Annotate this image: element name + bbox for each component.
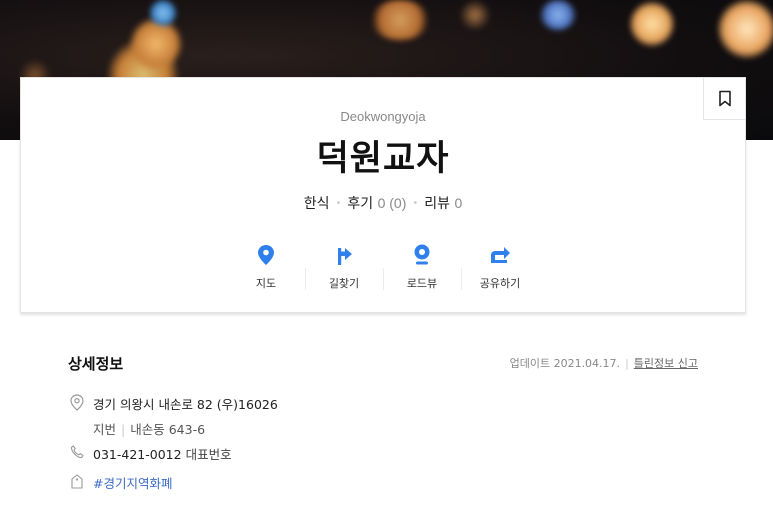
map-label: 지도 bbox=[255, 277, 277, 290]
blog-reviews-label[interactable]: 리뷰 bbox=[424, 196, 450, 212]
place-name: 덕원교자 bbox=[316, 139, 450, 179]
phone-type-label: 대표번호 bbox=[185, 447, 232, 462]
directions-icon bbox=[338, 248, 352, 265]
action-bar: 지도 길찾기 로드뷰 공유하기 bbox=[21, 242, 745, 292]
directions-label: 길찾기 bbox=[328, 277, 360, 290]
lot-label: 지번 bbox=[93, 422, 117, 437]
share-icon bbox=[491, 247, 510, 263]
tag-row: #경기지역화폐 bbox=[68, 473, 172, 492]
directions-button[interactable]: 길찾기 bbox=[305, 242, 383, 292]
share-label: 공유하기 bbox=[479, 277, 521, 290]
roadview-icon bbox=[414, 244, 430, 265]
location-outline-icon bbox=[70, 393, 84, 411]
phone-number[interactable]: 031-421-0012 bbox=[93, 447, 182, 462]
tag-icon bbox=[71, 473, 83, 489]
update-date: 업데이트 2021.04.17. bbox=[509, 357, 621, 370]
tag-link[interactable]: #경기지역화폐 bbox=[93, 473, 172, 492]
detail-section: 상세정보 업데이트 2021.04.17. | 틀린정보 신고 bbox=[68, 352, 698, 374]
phone-row: 031-421-0012 대표번호 bbox=[68, 444, 232, 463]
category-label: 한식 bbox=[303, 196, 330, 212]
roadview-button[interactable]: 로드뷰 bbox=[383, 242, 461, 292]
map-pin-icon bbox=[258, 245, 274, 265]
place-name-en: Deokwongyoja bbox=[340, 109, 426, 124]
detail-title: 상세정보 bbox=[68, 354, 124, 373]
phone-icon bbox=[70, 445, 84, 459]
reviews-count: 0 (0) bbox=[377, 195, 407, 211]
update-info: 업데이트 2021.04.17. | 틀린정보 신고 bbox=[509, 357, 698, 370]
reviews-label[interactable]: 후기 bbox=[347, 196, 373, 212]
lot-address: 내손동 643-6 bbox=[130, 422, 206, 437]
bookmark-icon bbox=[718, 90, 731, 107]
place-meta: 한식 • 후기 0 (0) • 리뷰 0 bbox=[303, 195, 463, 212]
place-card: Deokwongyoja 덕원교자 한식 • 후기 0 (0) • 리뷰 0 지도 길찾 bbox=[20, 77, 746, 313]
report-error-link[interactable]: 틀린정보 신고 bbox=[634, 357, 698, 370]
blog-reviews-count: 0 bbox=[454, 195, 463, 211]
map-button[interactable]: 지도 bbox=[227, 242, 305, 292]
address-text: 경기 의왕시 내손로 82 (우)16026 bbox=[93, 397, 278, 412]
share-button[interactable]: 공유하기 bbox=[461, 242, 539, 292]
address-row: 경기 의왕시 내손로 82 (우)16026 지번 | 내손동 643-6 bbox=[68, 393, 278, 438]
roadview-label: 로드뷰 bbox=[406, 277, 438, 290]
